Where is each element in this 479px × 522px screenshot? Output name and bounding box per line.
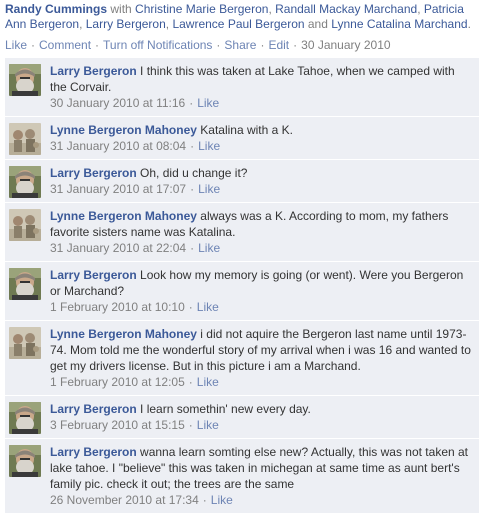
comment-author-link[interactable]: Larry Bergeron [50,166,137,180]
comment-list: Larry Bergeron I think this was taken at… [5,58,479,514]
comment-like-link[interactable]: Like [197,375,219,389]
separator: · [188,375,193,389]
comment-author-link[interactable]: Larry Bergeron [50,64,137,78]
separator: · [202,493,207,507]
like-post-link[interactable]: Like [5,38,27,52]
comment-meta: 1 February 2010 at 12:05 · Like [50,374,473,390]
comment-item: Lynne Bergeron Mahoney always was a K. A… [5,203,479,262]
tagged-person-link[interactable]: Lynne Catalina Marchand [331,17,467,31]
tagged-separator: . [467,17,471,31]
avatar[interactable] [9,268,41,300]
comment-like-link[interactable]: Like [198,182,220,196]
comment-text: Katalina with a K. [200,123,293,137]
avatar[interactable] [9,402,41,434]
comment-timestamp[interactable]: 3 February 2010 at 15:15 [50,418,185,432]
comment-author-link[interactable]: Lynne Bergeron Mahoney [50,123,197,137]
separator: · [95,38,100,52]
share-post-link[interactable]: Share [224,38,256,52]
comment-like-link[interactable]: Like [197,300,219,314]
separator: · [190,139,195,153]
comment-like-link[interactable]: Like [211,493,233,507]
comment-meta: 1 February 2010 at 10:10 · Like [50,299,473,315]
comment-body: Lynne Bergeron Mahoney Katalina with a K… [50,122,473,154]
comment-item: Larry Bergeron wanna learn somting else … [5,439,479,514]
comment-meta: 31 January 2010 at 22:04 · Like [50,240,473,256]
comment-like-link[interactable]: Like [198,139,220,153]
comment-like-link[interactable]: Like [197,418,219,432]
edit-post-link[interactable]: Edit [268,38,289,52]
tagged-person-link[interactable]: Christine Marie Bergeron [135,2,268,16]
comment-body: Larry Bergeron Look how my memory is goi… [50,267,473,315]
tagged-separator: and [304,17,332,31]
with-text: with [110,2,132,16]
comment-item: Lynne Bergeron Mahoney i did not aquire … [5,321,479,396]
tagged-separator: , [79,17,86,31]
comment-post-link[interactable]: Comment [39,38,91,52]
comment-body: Larry Bergeron wanna learn somting else … [50,444,473,508]
separator: · [216,38,221,52]
tagged-person-link[interactable]: Randall Mackay Marchand [275,2,417,16]
comment-item: Larry Bergeron Oh, did u change it? 31 Ja… [5,160,479,203]
comment-author-link[interactable]: Lynne Bergeron Mahoney [50,327,197,341]
comment-timestamp[interactable]: 1 February 2010 at 10:10 [50,300,185,314]
comment-body: Lynne Bergeron Mahoney i did not aquire … [50,326,473,390]
comment-author-link[interactable]: Lynne Bergeron Mahoney [50,209,197,223]
post-header: Randy Cummings with Christine Marie Berg… [5,2,477,32]
avatar[interactable] [9,64,41,96]
post-author-link[interactable]: Randy Cummings [5,2,107,16]
separator: · [188,300,193,314]
comment-timestamp[interactable]: 26 November 2010 at 17:34 [50,493,199,507]
post-action-bar: Like · Comment · Turn off Notifications · Shar… [5,38,475,53]
comment-timestamp[interactable]: 31 January 2010 at 22:04 [50,241,186,255]
tagged-person-link[interactable]: Lawrence Paul Bergeron [172,17,304,31]
comment-body: Larry Bergeron I learn somethin' new eve… [50,401,473,433]
comment-body: Lynne Bergeron Mahoney always was a K. A… [50,208,473,256]
comment-item: Larry Bergeron Look how my memory is goi… [5,262,479,321]
comment-text: I learn somethin' new every day. [140,402,311,416]
comment-item: Lynne Bergeron Mahoney Katalina with a K… [5,117,479,160]
comment-timestamp[interactable]: 31 January 2010 at 17:07 [50,182,186,196]
comment-timestamp[interactable]: 30 January 2010 at 11:16 [50,96,185,110]
avatar[interactable] [9,327,41,359]
separator: · [190,182,195,196]
separator: · [190,241,195,255]
comment-meta: 26 November 2010 at 17:34 · Like [50,492,473,508]
comment-item: Larry Bergeron I think this was taken at… [5,58,479,117]
turn-off-notifications-link[interactable]: Turn off Notifications [103,38,212,52]
comment-author-link[interactable]: Larry Bergeron [50,402,137,416]
comment-body: Larry Bergeron Oh, did u change it? 31 Ja… [50,165,473,197]
tagged-separator: , [417,2,424,16]
post-date: 30 January 2010 [301,38,391,52]
comment-timestamp[interactable]: 31 January 2010 at 08:04 [50,139,186,153]
comment-meta: 3 February 2010 at 15:15 · Like [50,417,473,433]
comment-like-link[interactable]: Like [197,96,219,110]
tagged-person-link[interactable]: Larry Bergeron [86,17,166,31]
separator: · [189,96,194,110]
comment-meta: 31 January 2010 at 08:04 · Like [50,138,473,154]
comment-meta: 31 January 2010 at 17:07 · Like [50,181,473,197]
avatar[interactable] [9,166,41,198]
comment-item: Larry Bergeron I learn somethin' new eve… [5,396,479,439]
separator: · [188,418,193,432]
separator: · [260,38,265,52]
comment-like-link[interactable]: Like [198,241,220,255]
comment-timestamp[interactable]: 1 February 2010 at 12:05 [50,375,185,389]
comment-author-link[interactable]: Larry Bergeron [50,445,137,459]
avatar[interactable] [9,445,41,477]
comment-meta: 30 January 2010 at 11:16 · Like [50,95,473,111]
comment-author-link[interactable]: Larry Bergeron [50,268,137,282]
separator: · [31,38,36,52]
avatar[interactable] [9,209,41,241]
comment-text: Oh, did u change it? [140,166,248,180]
comment-body: Larry Bergeron I think this was taken at… [50,63,473,111]
avatar[interactable] [9,123,41,155]
separator: · [293,38,298,52]
